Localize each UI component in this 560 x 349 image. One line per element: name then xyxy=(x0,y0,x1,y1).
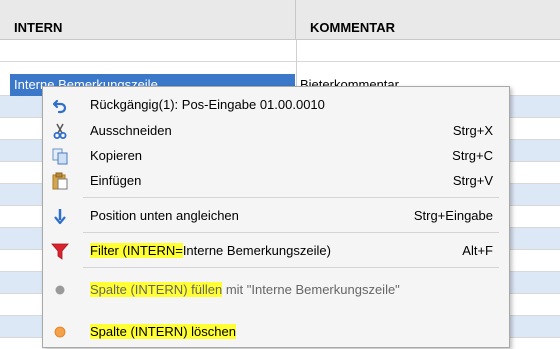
delete-label-highlight: Spalte (INTERN) löschen xyxy=(90,324,236,339)
menu-item-copy-shortcut: Strg+C xyxy=(452,148,493,163)
undo-icon xyxy=(51,96,69,114)
fill-label-rest: mit "Interne Bemerkungszeile" xyxy=(222,282,400,297)
menu-item-filter-label: Filter (INTERN=Interne Bemerkungszeile) xyxy=(90,239,331,263)
table-row[interactable] xyxy=(0,40,560,62)
column-header-kommentar[interactable]: KOMMENTAR xyxy=(296,0,560,40)
menu-item-delete-column-label: Spalte (INTERN) löschen xyxy=(90,320,236,344)
menu-item-copy[interactable]: Kopieren Strg+C xyxy=(43,144,509,168)
gray-dot-icon xyxy=(51,281,69,299)
menu-item-position-align-label: Position unten angleichen xyxy=(90,208,239,223)
menu-item-delete-column[interactable]: Spalte (INTERN) löschen xyxy=(43,320,509,344)
clipboard-icon xyxy=(51,172,69,190)
column-header-intern[interactable]: INTERN xyxy=(0,0,296,40)
filter-label-rest: Interne Bemerkungszeile) xyxy=(182,243,331,258)
menu-item-paste-label: Einfügen xyxy=(90,173,142,188)
menu-item-cut-label: Ausschneiden xyxy=(90,123,172,138)
menu-item-copy-label: Kopieren xyxy=(90,148,143,163)
arrow-down-icon xyxy=(51,207,69,225)
menu-item-undo-label: Rückgängig(1): Pos-Eingabe 01.00.0010 xyxy=(90,97,325,112)
scissors-icon xyxy=(51,122,69,140)
menu-item-paste-shortcut: Strg+V xyxy=(452,173,493,188)
filter-icon xyxy=(51,242,69,260)
copy-icon xyxy=(51,147,69,165)
menu-item-position-align[interactable]: Position unten angleichen Strg+Eingabe xyxy=(43,204,509,228)
menu-item-filter-shortcut: Alt+F xyxy=(462,243,493,258)
menu-item-fill-column-label: Spalte (INTERN) füllen mit "Interne Beme… xyxy=(90,278,400,302)
menu-item-cut[interactable]: Ausschneiden Strg+X xyxy=(43,119,509,143)
menu-item-fill-column[interactable]: Spalte (INTERN) füllen mit "Interne Beme… xyxy=(43,278,509,302)
orange-dot-icon xyxy=(51,323,69,341)
fill-label-highlight: Spalte (INTERN) füllen xyxy=(90,282,223,297)
menu-item-undo[interactable]: Rückgängig(1): Pos-Eingabe 01.00.0010 xyxy=(43,93,509,117)
menu-item-cut-shortcut: Strg+X xyxy=(452,123,493,138)
menu-item-position-align-shortcut: Strg+Eingabe xyxy=(413,208,493,223)
menu-separator xyxy=(83,267,499,268)
menu-separator xyxy=(83,232,499,233)
menu-item-filter[interactable]: Filter (INTERN=Interne Bemerkungszeile) … xyxy=(43,239,509,263)
menu-item-paste[interactable]: Einfügen Strg+V xyxy=(43,169,509,193)
context-menu: Rückgängig(1): Pos-Eingabe 01.00.0010 Au… xyxy=(42,86,510,348)
filter-label-highlight: Filter (INTERN= xyxy=(90,243,183,258)
menu-separator xyxy=(83,197,499,198)
